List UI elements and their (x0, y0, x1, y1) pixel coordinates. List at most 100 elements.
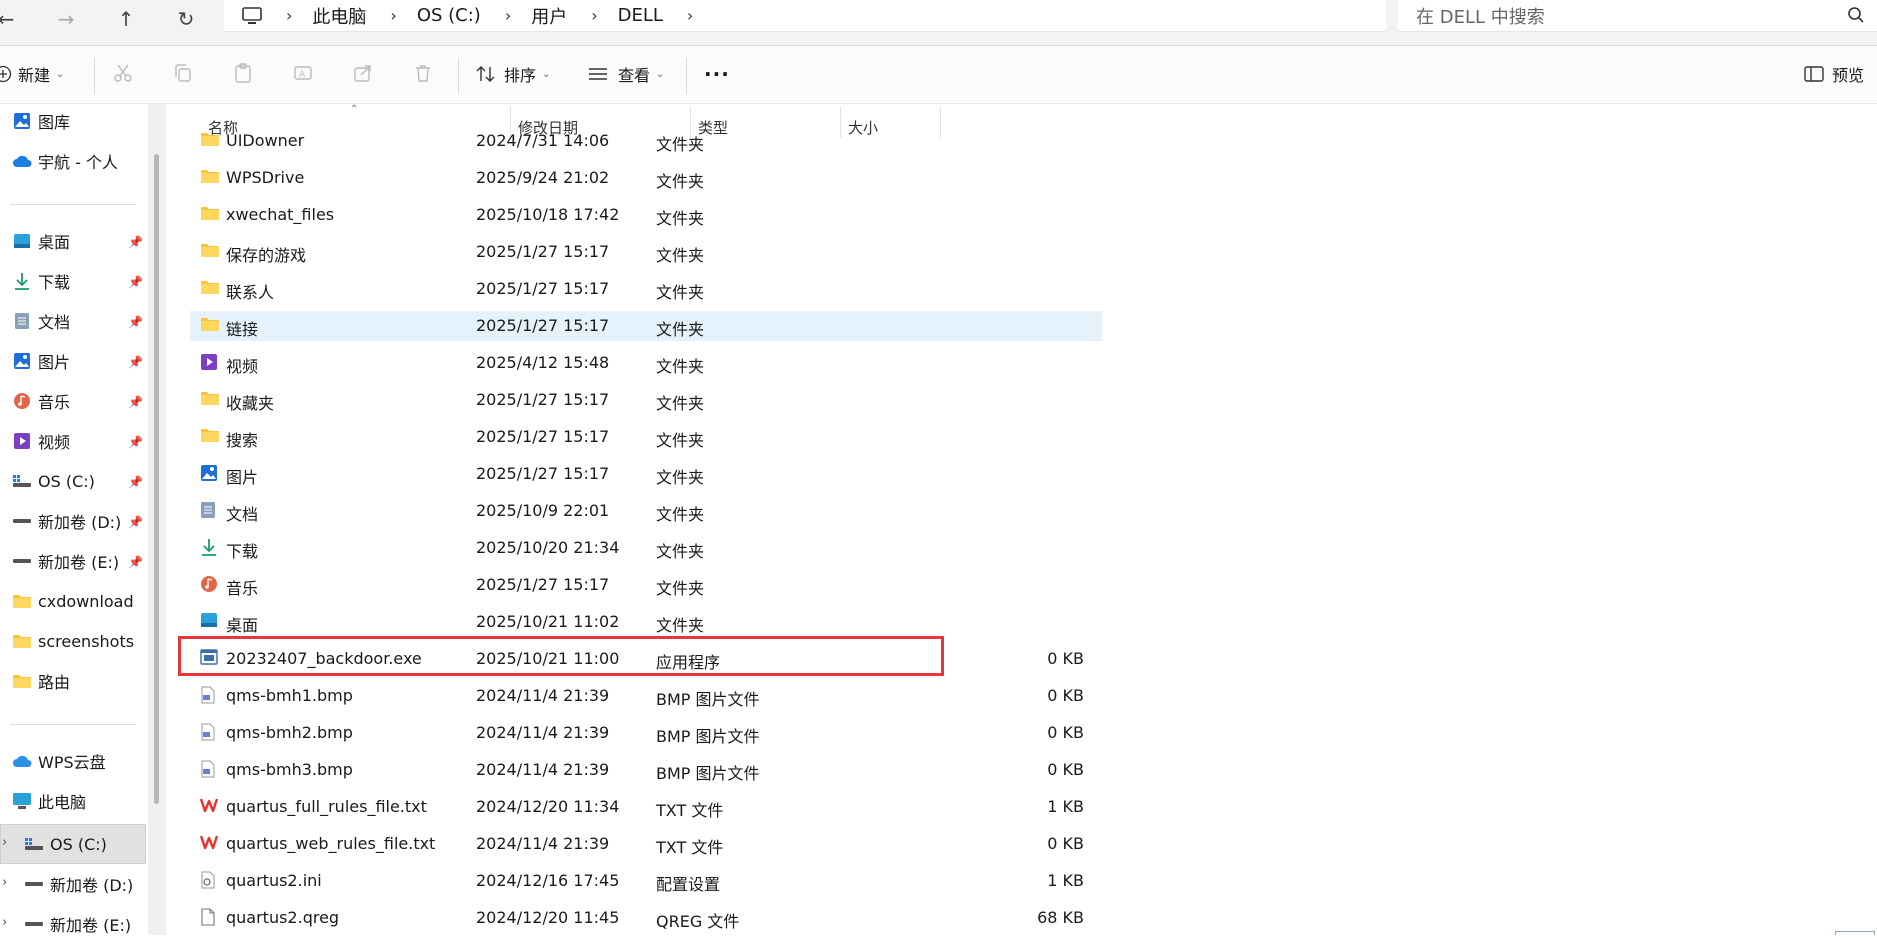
sidebar-item-downloads[interactable]: 下载 (12, 266, 70, 296)
rename-button[interactable]: A (288, 60, 318, 90)
toolbar-divider (686, 58, 687, 94)
file-date: 2025/1/27 15:17 (476, 427, 609, 446)
file-type: 文件夹 (656, 464, 704, 488)
sidebar-item-onedrive[interactable]: 宇航 - 个人 (12, 146, 118, 176)
breadcrumb-dell[interactable]: DELL (618, 5, 663, 26)
file-row[interactable]: qms-bmh2.bmp2024/11/4 21:39BMP 图片文件0 KB (190, 718, 1102, 748)
file-row[interactable]: 视频2025/4/12 15:48文件夹 (190, 348, 1102, 378)
file-size: 0 KB (1047, 760, 1084, 779)
back-button[interactable]: ← (0, 4, 24, 34)
breadcrumb-separator: › (390, 6, 396, 25)
document-icon (12, 311, 32, 331)
sidebar-item-videos[interactable]: 视频 (12, 426, 70, 456)
file-row[interactable]: 桌面2025/10/21 11:02文件夹 (190, 607, 1102, 637)
pin-icon[interactable]: 📌 (128, 355, 143, 369)
sort-button[interactable]: 排序 ⌄ (476, 56, 550, 92)
file-icon (200, 908, 220, 928)
file-row[interactable]: xwechat_files2025/10/18 17:42文件夹 (190, 200, 1102, 230)
more-options-button[interactable]: ··· (704, 56, 730, 92)
sort-icon (476, 65, 496, 83)
sidebar-item-music[interactable]: 音乐 (12, 386, 70, 416)
address-bar[interactable]: › 此电脑 › OS (C:) › 用户 › DELL › (224, 0, 1386, 32)
search-box[interactable]: 在 DELL 中搜索 (1398, 0, 1877, 32)
title-bar: ← → ↑ ↻ › 此电脑 › OS (C:) › 用户 › DELL › 在 … (0, 0, 1877, 46)
file-row[interactable]: quartus_web_rules_file.txt2024/11/4 21:3… (190, 829, 1102, 859)
sidebar-item-router[interactable]: 路由 (12, 666, 70, 696)
pin-icon[interactable]: 📌 (128, 395, 143, 409)
sidebar-item-os-c-tree[interactable]: OS (C:) (24, 829, 107, 859)
share-icon (353, 63, 373, 87)
folder-icon (200, 279, 220, 299)
paste-button[interactable] (228, 60, 258, 90)
sidebar-item-documents[interactable]: 文档 (12, 306, 70, 336)
file-name: 收藏夹 (226, 390, 274, 414)
sidebar-item-label: 新加卷 (D:) (50, 872, 133, 896)
chevron-right-icon[interactable]: › (2, 875, 7, 890)
breadcrumb-this-pc[interactable]: 此电脑 (312, 3, 366, 29)
chevron-right-icon[interactable]: › (2, 835, 7, 850)
copy-button[interactable] (168, 60, 198, 90)
file-row[interactable]: UIDowner2024/7/31 14:06文件夹 (190, 126, 1102, 156)
sidebar-item-label: 此电脑 (38, 789, 86, 813)
pin-icon[interactable]: 📌 (128, 235, 143, 249)
drive-icon (12, 551, 32, 571)
refresh-button[interactable]: ↻ (168, 4, 204, 34)
file-row[interactable]: 文档2025/10/9 22:01文件夹 (190, 496, 1102, 526)
sidebar-item-os-c[interactable]: OS (C:) (12, 466, 95, 496)
file-row[interactable]: qms-bmh3.bmp2024/11/4 21:39BMP 图片文件0 KB (190, 755, 1102, 785)
pin-icon[interactable]: 📌 (128, 435, 143, 449)
sidebar-item-screenshots[interactable]: screenshots (12, 626, 134, 656)
sidebar-item-pictures[interactable]: 图片 (12, 346, 70, 376)
sidebar-scrollbar[interactable] (148, 104, 166, 935)
pin-icon[interactable]: 📌 (128, 515, 143, 529)
pin-icon[interactable]: 📌 (128, 315, 143, 329)
sidebar-item-drive-e[interactable]: 新加卷 (E:) (12, 546, 119, 576)
pin-icon[interactable]: 📌 (128, 475, 143, 489)
sidebar-item-drive-d[interactable]: 新加卷 (D:) (12, 506, 121, 536)
file-row[interactable]: 下载2025/10/20 21:34文件夹 (190, 533, 1102, 563)
file-row[interactable]: 保存的游戏2025/1/27 15:17文件夹 (190, 237, 1102, 267)
arrow-up-icon: ↑ (118, 7, 135, 31)
sidebar-item-gallery[interactable]: 图库 (12, 106, 70, 136)
share-button[interactable] (348, 60, 378, 90)
gallery-icon (12, 111, 32, 131)
file-row[interactable]: 音乐2025/1/27 15:17文件夹 (190, 570, 1102, 600)
file-date: 2024/11/4 21:39 (476, 760, 609, 779)
file-row[interactable]: quartus_full_rules_file.txt2024/12/20 11… (190, 792, 1102, 822)
cut-button[interactable] (108, 60, 138, 90)
file-row[interactable]: 链接2025/1/27 15:17文件夹 (190, 311, 1102, 341)
file-row[interactable]: qms-bmh1.bmp2024/11/4 21:39BMP 图片文件0 KB (190, 681, 1102, 711)
forward-button[interactable]: → (48, 4, 84, 34)
scissors-icon (113, 63, 133, 87)
sidebar-item-wps-cloud[interactable]: WPS云盘 (12, 746, 106, 776)
new-button[interactable]: 新建 ⌄ (0, 56, 64, 92)
folder-icon (12, 671, 32, 691)
sidebar-item-drive-d-tree[interactable]: 新加卷 (D:) (24, 869, 133, 899)
search-input[interactable]: 在 DELL 中搜索 (1416, 3, 1545, 29)
preview-pane-button[interactable]: 预览 (1804, 56, 1864, 92)
chevron-right-icon[interactable]: › (2, 915, 7, 930)
wps-text-icon (200, 797, 220, 817)
file-row[interactable]: 图片2025/1/27 15:17文件夹 (190, 459, 1102, 489)
scrollbar-thumb[interactable] (154, 154, 159, 804)
breadcrumb-users[interactable]: 用户 (531, 3, 567, 29)
file-row[interactable]: quartus2.qreg2024/12/20 11:45QREG 文件68 K… (190, 903, 1102, 933)
pin-icon[interactable]: 📌 (128, 555, 143, 569)
sidebar-item-desktop[interactable]: 桌面 (12, 226, 70, 256)
breadcrumb-os-c[interactable]: OS (C:) (417, 5, 481, 26)
new-label: 新建 (18, 62, 50, 86)
file-row[interactable]: WPSDrive2025/9/24 21:02文件夹 (190, 163, 1102, 193)
view-button[interactable]: 查看 ⌄ (588, 56, 664, 92)
pin-icon[interactable]: 📌 (128, 275, 143, 289)
file-row[interactable]: quartus2.ini2024/12/16 17:45配置设置1 KB (190, 866, 1102, 896)
file-row[interactable]: 搜索2025/1/27 15:17文件夹 (190, 422, 1102, 452)
file-row[interactable]: 联系人2025/1/27 15:17文件夹 (190, 274, 1102, 304)
file-type: TXT 文件 (656, 834, 723, 858)
file-row[interactable]: 收藏夹2025/1/27 15:17文件夹 (190, 385, 1102, 415)
folder-icon (200, 427, 220, 447)
delete-button[interactable] (408, 60, 438, 90)
up-button[interactable]: ↑ (108, 4, 144, 34)
sidebar-item-this-pc[interactable]: 此电脑 (12, 786, 86, 816)
file-name: quartus2.qreg (226, 908, 339, 927)
sidebar-item-cxdownload[interactable]: cxdownload (12, 586, 134, 616)
